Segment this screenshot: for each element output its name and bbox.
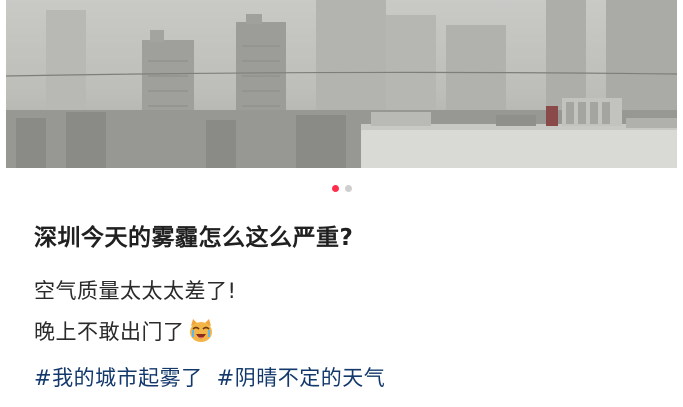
hashtag-link[interactable]: #我的城市起雾了 [34, 362, 203, 392]
post-body-line-2-text: 晚上不敢出门了 [34, 320, 185, 344]
post-card: 深圳今天的雾霾怎么这么严重? 空气质量太太太差了! 晚上不敢出门了 #我的城市起… [0, 0, 683, 407]
crying-cat-emoji-icon [187, 317, 215, 345]
carousel-dot[interactable] [331, 185, 339, 192]
hashtag-link[interactable]: #阴晴不定的天气 [217, 362, 386, 392]
carousel-dot[interactable] [344, 185, 352, 192]
post-title: 深圳今天的雾霾怎么这么严重? [34, 225, 354, 251]
post-hashtags: #我的城市起雾了 #阴晴不定的天气 [34, 362, 385, 392]
carousel-indicator [0, 185, 683, 192]
post-body-line-2: 晚上不敢出门了 [34, 316, 215, 346]
post-body-line-1: 空气质量太太太差了! [34, 279, 237, 303]
smog-skyline-image [6, 0, 677, 168]
post-photo-smoggy-city[interactable] [6, 0, 677, 168]
